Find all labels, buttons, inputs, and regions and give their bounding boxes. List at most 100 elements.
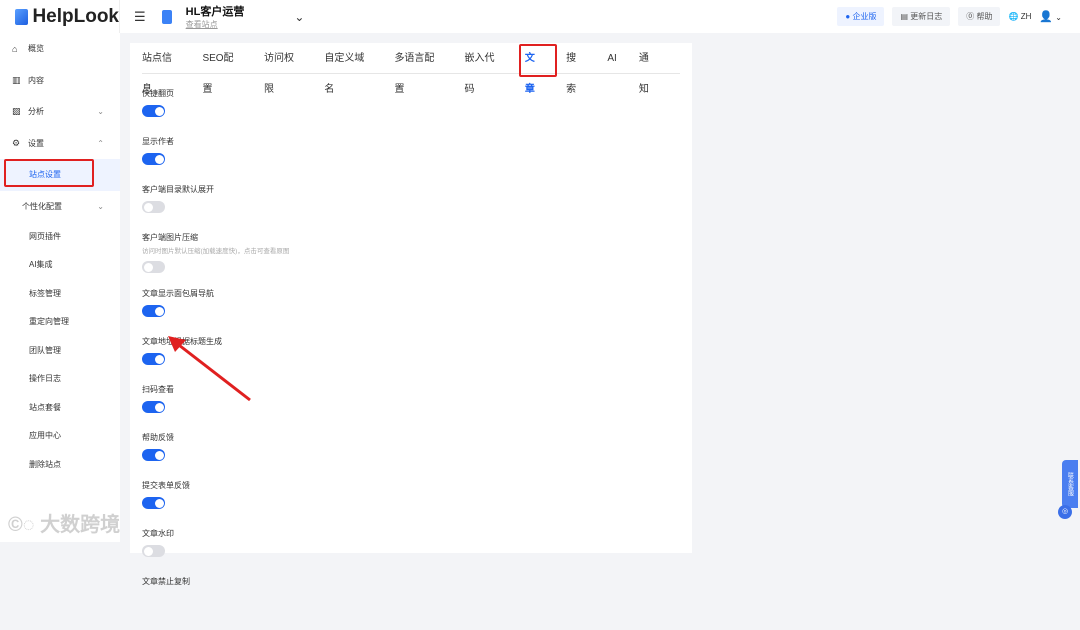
nav-label: 设置 — [28, 138, 44, 148]
sidebar-item-settings[interactable]: ⚙ 设置 ⌃ — [0, 128, 120, 160]
enterprise-badge[interactable]: ● 企业版 — [837, 7, 885, 26]
nav-label: 删除站点 — [29, 459, 61, 469]
help-label: 帮助 — [976, 12, 993, 21]
setting-description: 访问时图片默认压缩(加载速度快)，点击可查看原图 — [142, 248, 290, 255]
setting-item: 显示作者 — [142, 136, 680, 180]
setting-label: 文章禁止复制 — [142, 577, 190, 586]
tab-8[interactable]: AI — [607, 43, 616, 74]
setting-item: 文章禁止复制 — [142, 576, 680, 620]
user-menu[interactable]: 👤 ⌄ — [1039, 10, 1062, 23]
contact-label: 联系客服 — [1066, 472, 1073, 496]
nav-label: 个性化配置 — [22, 201, 62, 211]
sidebar-item-delete-site[interactable]: 删除站点 — [0, 450, 120, 479]
nav-label: 网页插件 — [29, 231, 61, 241]
setting-toggle[interactable] — [142, 261, 165, 273]
setting-label: 快捷翻页 — [142, 89, 174, 98]
sidebar-item-plan[interactable]: 站点套餐 — [0, 393, 120, 422]
sidebar-item-team[interactable]: 团队管理 — [0, 336, 120, 365]
nav-label: 标签管理 — [29, 288, 61, 298]
setting-item: 帮助反馈 — [142, 432, 680, 476]
home-icon: ⌂ — [12, 43, 18, 54]
sidebar-item-ai[interactable]: AI集成 — [0, 251, 120, 280]
tab-3[interactable]: 自定义域名 — [324, 43, 372, 95]
nav-label: 重定向管理 — [29, 317, 69, 327]
setting-item: 提交表单反馈 — [142, 480, 680, 524]
menu-toggle-icon[interactable]: ☰ — [134, 9, 146, 25]
changelog-button[interactable]: ▤ 更新日志 — [892, 7, 951, 26]
site-switcher[interactable]: HL客户运营 查看站点 ⌄ — [161, 3, 304, 30]
annotation-arrow — [168, 336, 251, 402]
site-title: HL客户运营 — [185, 6, 245, 18]
tab-0[interactable]: 站点信息 — [142, 43, 180, 95]
nav-label: 应用中心 — [29, 431, 61, 441]
book-icon: ▥ — [12, 74, 21, 85]
setting-label: 客户端图片压缩 — [142, 233, 198, 242]
setting-toggle[interactable] — [142, 153, 165, 165]
nav-label: 团队管理 — [29, 345, 61, 355]
sidebar-item-analytics[interactable]: ▨ 分析 ⌄ — [0, 96, 120, 128]
setting-toggle[interactable] — [142, 497, 165, 509]
sidebar-item-apps[interactable]: 应用中心 — [0, 422, 120, 451]
tab-9[interactable]: 通知 — [639, 43, 658, 95]
tab-5[interactable]: 嵌入代码 — [464, 43, 502, 95]
nav-label: AI集成 — [29, 260, 53, 270]
site-icon — [161, 9, 172, 24]
setting-label: 提交表单反馈 — [142, 481, 190, 490]
nav-label: 站点套餐 — [29, 402, 61, 412]
logo-text: HelpLook — [32, 5, 119, 27]
logo-icon — [15, 8, 29, 25]
tab-7[interactable]: 搜索 — [566, 43, 585, 95]
nav-label: 操作日志 — [29, 374, 61, 384]
changelog-label: 更新日志 — [910, 12, 943, 21]
sidebar: ⌂ 概览 ▥ 内容 ▨ 分析 ⌄ ⚙ 设置 ⌃ 站点设置 个性化配置 ⌄ 网页插件 AI集成 … — [0, 33, 120, 542]
setting-item: 文章显示面包屑导航 — [142, 288, 680, 332]
sidebar-item-content[interactable]: ▥ 内容 — [0, 65, 120, 97]
sidebar-item-logs[interactable]: 操作日志 — [0, 365, 120, 394]
chart-icon: ▨ — [12, 106, 21, 117]
chat-icon[interactable]: ◎ — [1058, 505, 1072, 519]
sidebar-item-web-plugin[interactable]: 网页插件 — [0, 222, 120, 251]
setting-item: 客户端目录默认展开 — [142, 184, 680, 228]
language-button[interactable]: 🌐 ZH — [1008, 12, 1031, 21]
setting-label: 帮助反馈 — [142, 433, 174, 442]
view-site-link[interactable]: 查看站点 — [186, 19, 245, 30]
setting-item: 客户端图片压缩访问时图片默认压缩(加载速度快)，点击可查看原图 — [142, 232, 680, 284]
top-header: HelpLook ☰ HL客户运营 查看站点 ⌄ ● 企业版 ▤ 更新日志 ⓪ 帮… — [0, 0, 1080, 33]
setting-label: 显示作者 — [142, 137, 174, 146]
enterprise-label: 企业版 — [852, 12, 877, 21]
globe-icon: 🌐 — [1008, 12, 1019, 21]
setting-toggle[interactable] — [142, 545, 165, 557]
tab-4[interactable]: 多语言配置 — [394, 43, 442, 95]
setting-toggle[interactable] — [142, 201, 165, 213]
highlight-box — [4, 159, 94, 187]
language-label: ZH — [1020, 12, 1032, 21]
settings-card: 站点信息 SEO配置 访问权限 自定义域名 多语言配置 嵌入代码 文章 搜索 AI 通知 快捷翻页… — [130, 43, 692, 586]
sidebar-item-redirects[interactable]: 重定向管理 — [0, 308, 120, 337]
setting-toggle[interactable] — [142, 449, 165, 461]
watermark: ©◌ 大数跨境 — [8, 514, 121, 536]
sidebar-item-personalization[interactable]: 个性化配置 ⌄ — [0, 191, 120, 223]
nav-label: 内容 — [28, 75, 44, 85]
gear-icon: ⚙ — [12, 137, 21, 148]
chevron-down-icon: ⌄ — [97, 201, 104, 211]
highlight-box — [519, 44, 557, 77]
contact-support-tab[interactable]: 联系客服 — [1062, 460, 1078, 508]
setting-toggle[interactable] — [142, 305, 165, 317]
sidebar-item-tags[interactable]: 标签管理 — [0, 279, 120, 308]
tab-bar: 站点信息 SEO配置 访问权限 自定义域名 多语言配置 嵌入代码 文章 搜索 AI 通知 — [142, 43, 680, 95]
tab-1[interactable]: SEO配置 — [202, 43, 242, 95]
setting-item: 文章水印 — [142, 528, 680, 572]
chevron-up-icon: ⌃ — [97, 138, 104, 148]
chevron-down-icon[interactable]: ⌄ — [294, 10, 304, 24]
help-button[interactable]: ⓪ 帮助 — [958, 7, 1001, 26]
setting-label: 文章显示面包屑导航 — [142, 289, 214, 298]
chevron-down-icon: ⌄ — [97, 107, 104, 117]
nav-label: 分析 — [28, 107, 44, 117]
setting-item: 快捷翻页 — [142, 88, 680, 132]
logo[interactable]: HelpLook — [0, 0, 120, 33]
tab-2[interactable]: 访问权限 — [264, 43, 302, 95]
sidebar-item-overview[interactable]: ⌂ 概览 — [0, 33, 120, 65]
user-icon: 👤 — [1039, 11, 1054, 23]
setting-toggle[interactable] — [142, 105, 165, 117]
setting-label: 文章水印 — [142, 529, 174, 538]
